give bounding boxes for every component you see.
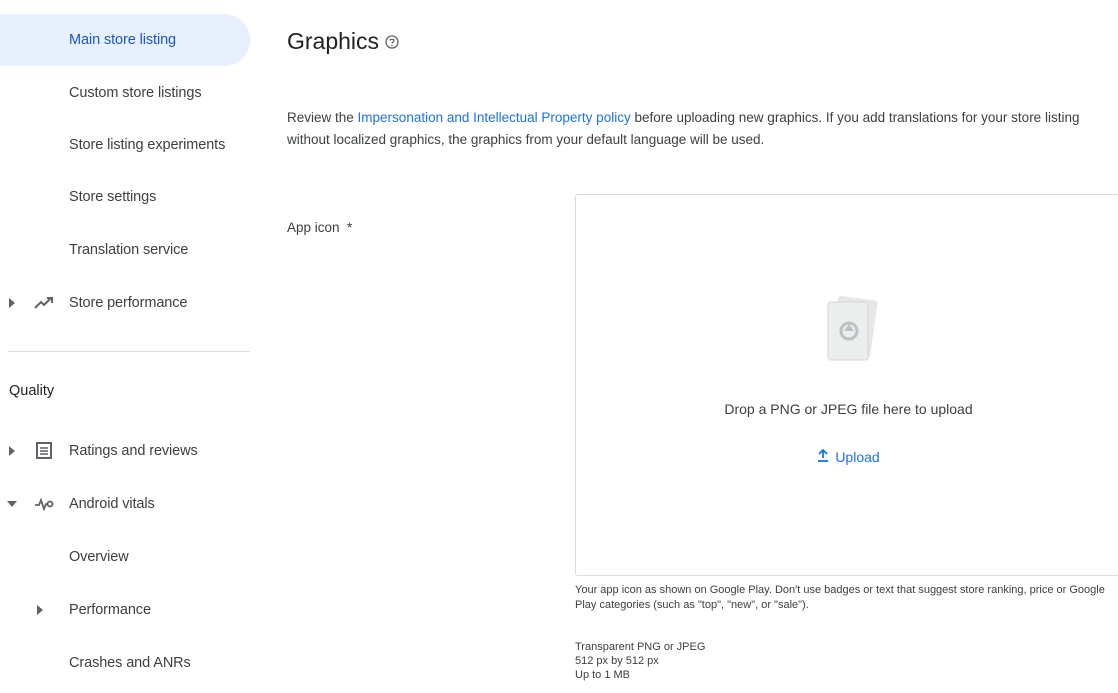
- sidebar-item-store-listing-experiments[interactable]: Store listing experiments: [0, 119, 250, 171]
- sidebar-item-store-settings[interactable]: Store settings: [0, 171, 250, 223]
- sidebar-item-performance[interactable]: Performance: [0, 584, 250, 636]
- sidebar-item-label: Crashes and ANRs: [69, 655, 191, 671]
- sidebar-item-label: Store performance: [69, 295, 188, 311]
- app-icon-hint: Your app icon as shown on Google Play. D…: [575, 584, 1105, 611]
- graphics-description: Review the Impersonation and Intellectua…: [287, 107, 1107, 151]
- sidebar-item-crashes-and-anrs[interactable]: Crashes and ANRs: [0, 637, 250, 689]
- sidebar-item-label: Android vitals: [69, 496, 155, 512]
- spec-dimensions: 512 px by 512 px: [575, 655, 659, 667]
- upload-button[interactable]: Upload: [576, 448, 1118, 465]
- vitals-icon: [33, 493, 55, 515]
- sidebar-item-main-store-listing[interactable]: Main store listing: [0, 14, 250, 66]
- caret-down-icon[interactable]: [7, 499, 17, 509]
- upload-icon: [817, 448, 829, 465]
- main-content: Graphics Review the Impersonation and In…: [287, 0, 1118, 693]
- page-title-text: Graphics: [287, 28, 380, 54]
- desc-prefix: Review the: [287, 110, 358, 125]
- caret-right-icon[interactable]: [35, 605, 45, 615]
- spec-size: Up to 1 MB: [575, 669, 631, 681]
- app-icon-dropzone[interactable]: Drop a PNG or JPEG file here to upload U…: [575, 194, 1118, 576]
- sidebar-item-label: Main store listing: [69, 32, 176, 48]
- sidebar-item-custom-store-listings[interactable]: Custom store listings: [0, 67, 250, 119]
- sidebar-item-android-vitals[interactable]: Android vitals: [0, 478, 250, 530]
- sidebar-item-label: Custom store listings: [69, 85, 202, 101]
- caret-right-icon[interactable]: [7, 446, 17, 456]
- sidebar-item-label: Ratings and reviews: [69, 443, 198, 459]
- sidebar-item-translation-service[interactable]: Translation service: [0, 224, 250, 276]
- drop-instructions: Drop a PNG or JPEG file here to upload: [724, 401, 973, 417]
- image-placeholder-icon: [822, 294, 878, 364]
- sidebar-item-label: Performance: [69, 602, 151, 618]
- app-icon-label: App icon *: [287, 220, 353, 235]
- sidebar-item-ratings-and-reviews[interactable]: Ratings and reviews: [0, 425, 250, 477]
- upload-label: Upload: [835, 449, 880, 465]
- sidebar-item-overview[interactable]: Overview: [0, 531, 250, 583]
- sidebar: Main store listing Custom store listings…: [0, 0, 250, 693]
- sidebar-item-label: Translation service: [69, 242, 189, 258]
- sidebar-item-label: Store settings: [69, 189, 157, 205]
- trending-up-icon: [33, 292, 55, 314]
- policy-link[interactable]: Impersonation and Intellectual Property …: [358, 110, 631, 125]
- section-title-quality: Quality: [9, 383, 55, 399]
- help-icon[interactable]: [385, 34, 399, 49]
- spec-format: Transparent PNG or JPEG: [575, 641, 706, 653]
- page-title: Graphics: [287, 28, 399, 55]
- caret-right-icon[interactable]: [7, 298, 17, 308]
- app-icon-specs: Transparent PNG or JPEG 512 px by 512 px…: [575, 640, 705, 682]
- sidebar-item-label: Overview: [69, 549, 129, 565]
- sidebar-item-label: Store listing experiments: [69, 137, 226, 153]
- sidebar-item-store-performance[interactable]: Store performance: [0, 277, 250, 329]
- sidebar-divider: [8, 351, 250, 352]
- reviews-icon: [33, 440, 55, 462]
